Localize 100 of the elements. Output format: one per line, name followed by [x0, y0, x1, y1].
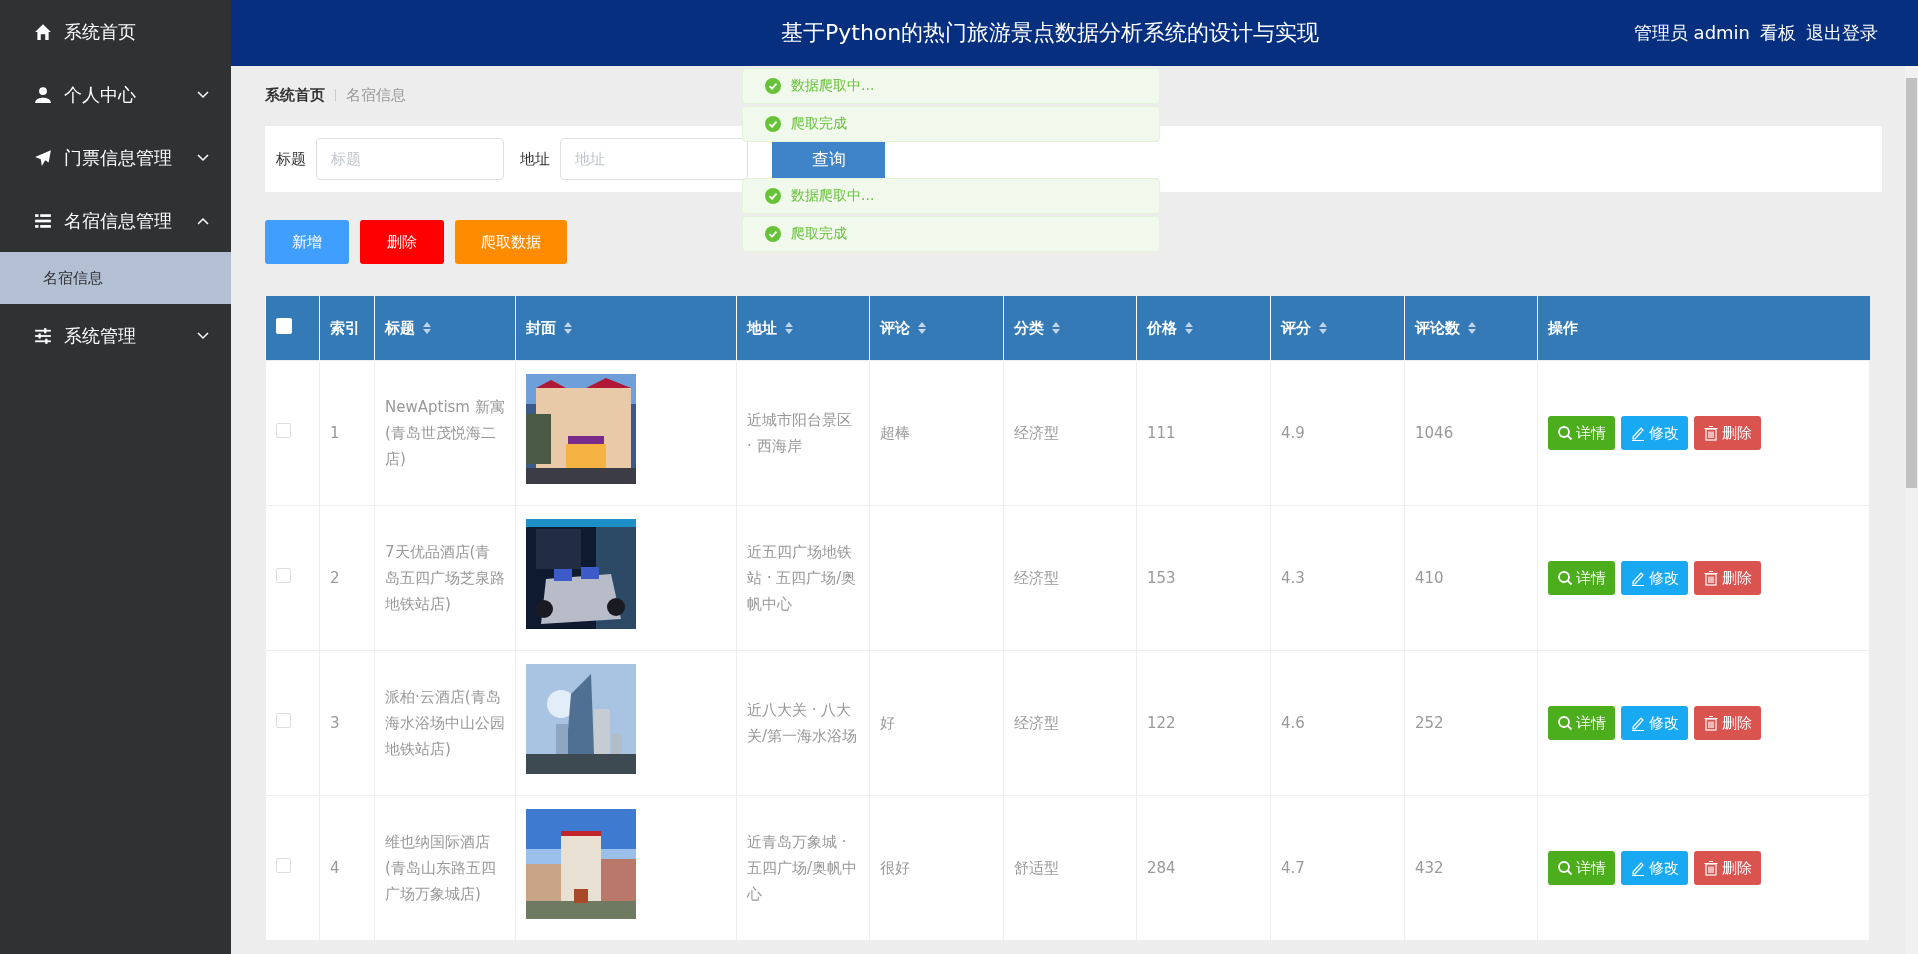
table-cell: 284 [1136, 795, 1271, 941]
check-circle-icon [765, 78, 781, 94]
crawl-button[interactable]: 爬取数据 [455, 220, 567, 264]
row-checkbox[interactable] [276, 858, 291, 873]
sort-icon[interactable] [1051, 321, 1061, 335]
pencil-icon [1630, 425, 1646, 441]
row-checkbox[interactable] [276, 713, 291, 728]
sidebar-item[interactable]: 门票信息管理 [0, 126, 231, 189]
table-cell: 近青岛万象城 · 五四广场/奥帆中心 [736, 795, 870, 941]
table-cell: 4.9 [1270, 360, 1405, 506]
check-circle-icon [765, 188, 781, 204]
table-cell: 4.6 [1270, 650, 1405, 796]
sort-icon[interactable] [1318, 321, 1328, 335]
search-icon [1557, 860, 1573, 876]
table-cell: 4 [319, 795, 375, 941]
detail-button[interactable]: 详情 [1548, 561, 1615, 595]
edit-button[interactable]: 修改 [1621, 851, 1688, 885]
user-icon [34, 85, 52, 104]
table-cell: 2 [319, 505, 375, 651]
column-header[interactable]: 操作 [1548, 318, 1578, 338]
column-header[interactable]: 分类 [1014, 318, 1044, 338]
field-label: 地址 [520, 149, 550, 169]
pencil-icon [1630, 860, 1646, 876]
sort-icon[interactable] [917, 321, 927, 335]
window-title: 基于Python的热门旅游景点数据分析系统的设计与实现 [781, 19, 1321, 47]
select-all-checkbox[interactable] [275, 318, 292, 334]
sidebar-item[interactable]: 系统首页 [0, 0, 231, 63]
table-cell: 经济型 [1003, 505, 1137, 651]
table-cell: 近城市阳台景区 · 西海岸 [736, 360, 870, 506]
sliders-icon [34, 326, 52, 345]
input-field[interactable]: 标题 [316, 138, 504, 180]
row-checkbox[interactable] [276, 423, 291, 438]
breadcrumb-item[interactable]: 系统首页 [265, 85, 325, 105]
input-field[interactable]: 地址 [560, 138, 748, 180]
table-cell: 4.7 [1270, 795, 1405, 941]
sidebar-item[interactable]: 个人中心 [0, 63, 231, 126]
header-link[interactable]: 看板 [1760, 21, 1796, 45]
table-cell: 3 [319, 650, 375, 796]
sort-icon[interactable] [422, 321, 432, 335]
sort-icon[interactable] [1467, 321, 1477, 335]
check-circle-icon [765, 116, 781, 132]
row-checkbox[interactable] [276, 568, 291, 583]
table-cell: 1 [319, 360, 375, 506]
sidebar-item[interactable]: 系统管理 [0, 304, 231, 367]
edit-button[interactable]: 修改 [1621, 416, 1688, 450]
toast-message: 爬取完成 [791, 115, 847, 133]
table-cell: 410 [1404, 505, 1538, 651]
table-cell: 很好 [869, 795, 1004, 941]
check-circle-icon [765, 226, 781, 242]
search-icon [1557, 570, 1573, 586]
home-icon [34, 22, 52, 41]
table-cell: NewAptism 新寓(青岛世茂悦海二店) [374, 360, 516, 506]
edit-button[interactable]: 修改 [1621, 706, 1688, 740]
header-link[interactable]: 退出登录 [1806, 21, 1878, 45]
column-header[interactable]: 索引 [330, 318, 360, 338]
toast-message: 爬取完成 [791, 225, 847, 243]
table-cell: 派柏·云酒店(青岛海水浴场中山公园地铁站店) [374, 650, 516, 796]
table-cell: 252 [1404, 650, 1538, 796]
sort-icon[interactable] [563, 321, 573, 335]
remove-button[interactable]: 删除 [1694, 706, 1761, 740]
pencil-icon [1630, 715, 1646, 731]
remove-button[interactable]: 删除 [1694, 851, 1761, 885]
remove-button[interactable]: 删除 [1694, 416, 1761, 450]
edit-button[interactable]: 修改 [1621, 561, 1688, 595]
scrollbar-thumb[interactable] [1906, 78, 1917, 488]
table-cell: 超棒 [869, 360, 1004, 506]
list-icon [34, 211, 52, 230]
column-header[interactable]: 评论数 [1415, 318, 1460, 338]
table-cell: 432 [1404, 795, 1538, 941]
search-icon [1557, 425, 1573, 441]
add-button[interactable]: 新增 [265, 220, 349, 264]
sidebar-item[interactable]: 名宿信息管理 [0, 189, 231, 252]
search-icon [1557, 715, 1573, 731]
sort-icon[interactable] [1184, 321, 1194, 335]
table-cell: 7天优品酒店(青岛五四广场芝泉路地铁站店) [374, 505, 516, 651]
sidebar-subitem[interactable]: 名宿信息 [0, 252, 231, 304]
delete-button[interactable]: 删除 [360, 220, 444, 264]
column-header[interactable]: 地址 [747, 318, 777, 338]
column-header[interactable]: 价格 [1147, 318, 1177, 338]
detail-button[interactable]: 详情 [1548, 706, 1615, 740]
sort-icon[interactable] [784, 321, 794, 335]
trash-icon [1703, 715, 1719, 731]
column-header[interactable]: 评论 [880, 318, 910, 338]
column-header[interactable]: 评分 [1281, 318, 1311, 338]
table-cell: 4.3 [1270, 505, 1405, 651]
detail-button[interactable]: 详情 [1548, 416, 1615, 450]
table-cell: 经济型 [1003, 650, 1137, 796]
remove-button[interactable]: 删除 [1694, 561, 1761, 595]
table-cell: 111 [1136, 360, 1271, 506]
table-cell: 舒适型 [1003, 795, 1137, 941]
table-cell: 122 [1136, 650, 1271, 796]
detail-button[interactable]: 详情 [1548, 851, 1615, 885]
column-header[interactable]: 标题 [385, 318, 415, 338]
pencil-icon [1630, 570, 1646, 586]
toast-message: 数据爬取中... [791, 77, 875, 95]
trash-icon [1703, 860, 1719, 876]
table-cell: 153 [1136, 505, 1271, 651]
trash-icon [1703, 425, 1719, 441]
table-cell: 经济型 [1003, 360, 1137, 506]
column-header[interactable]: 封面 [526, 318, 556, 338]
